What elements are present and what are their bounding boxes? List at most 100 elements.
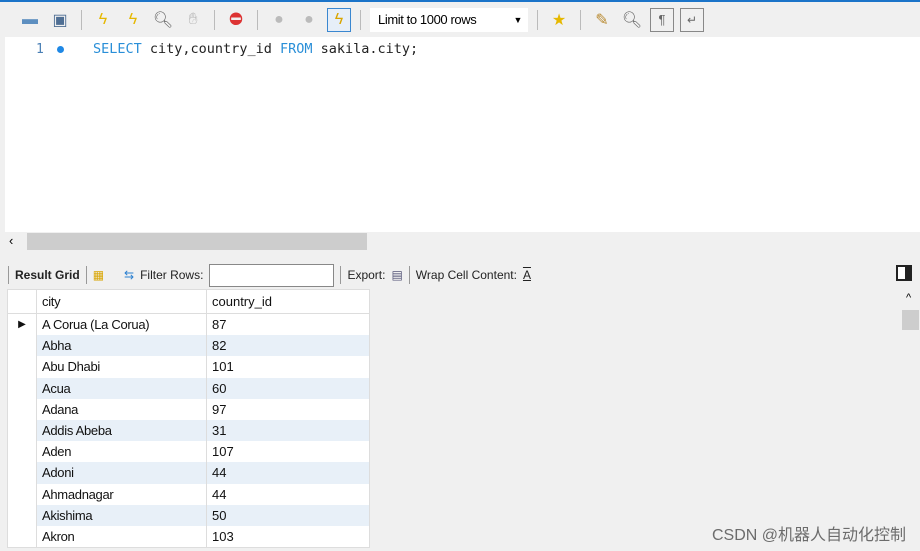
table-row[interactable]: Akishima 50 xyxy=(8,504,369,526)
beautify-broom-icon[interactable]: ✎ xyxy=(590,8,614,32)
sql-editor[interactable]: 1 SELECT city,country_id FROM sakila.cit… xyxy=(5,37,920,232)
scrollbar-thumb[interactable] xyxy=(27,233,367,250)
cell-city[interactable]: Aden xyxy=(37,441,207,463)
cell-country-id[interactable]: 44 xyxy=(207,462,226,483)
refresh-arrows-icon[interactable]: ⇆ xyxy=(124,268,134,282)
grid-vertical-scrollbar[interactable]: ^ xyxy=(901,289,920,551)
filter-rows-input[interactable] xyxy=(209,263,335,287)
divider xyxy=(257,9,258,30)
row-header[interactable] xyxy=(8,398,37,420)
result-grid-tab[interactable]: Result Grid xyxy=(15,268,80,282)
cell-city[interactable]: Abha xyxy=(37,335,207,357)
table-row[interactable]: Ahmadnagar 44 xyxy=(8,483,369,505)
divider xyxy=(408,266,410,284)
sql-statement[interactable]: SELECT city,country_id FROM sakila.city; xyxy=(93,41,418,57)
table-row[interactable]: Acua 60 xyxy=(8,377,369,399)
result-grid: city country_id ▶ A Corua (La Corua) 87 Abh… xyxy=(7,289,370,549)
cell-country-id[interactable]: 50 xyxy=(207,505,226,526)
cell-city[interactable]: Adoni xyxy=(37,462,207,484)
statement-marker-icon xyxy=(57,46,64,53)
cell-city[interactable]: Abu Dhabi xyxy=(37,356,207,378)
cell-city[interactable]: Akishima xyxy=(37,504,207,526)
sql-columns: city,country_id xyxy=(141,41,280,57)
cell-city[interactable]: Acua xyxy=(37,377,207,399)
execute-lightning-icon[interactable]: ϟ xyxy=(91,8,115,32)
editor-horizontal-scrollbar[interactable]: ‹ xyxy=(0,232,920,252)
chevron-down-icon: ▼ xyxy=(513,14,522,25)
grid-header-row: city country_id xyxy=(8,290,369,314)
cell-city[interactable]: Adana xyxy=(37,398,207,420)
row-header[interactable] xyxy=(8,504,37,526)
save-icon[interactable]: ▣ xyxy=(48,8,72,32)
find-magnifier-icon[interactable]: 🔍︎ xyxy=(620,8,644,32)
table-row[interactable]: Abha 82 xyxy=(8,335,369,357)
column-header-country-id[interactable]: country_id xyxy=(207,290,272,313)
scrollbar-thumb[interactable] xyxy=(902,310,919,330)
cell-city[interactable]: A Corua (La Corua) xyxy=(37,314,207,336)
cell-country-id[interactable]: 97 xyxy=(207,399,226,420)
current-row-arrow-icon: ▶ xyxy=(18,319,26,331)
execute-current-icon[interactable]: ϟ xyxy=(121,8,145,32)
cell-country-id[interactable]: 103 xyxy=(207,526,234,547)
cell-city[interactable]: Addis Abeba xyxy=(37,419,207,442)
row-header[interactable] xyxy=(8,441,37,463)
filter-rows-label: Filter Rows: xyxy=(140,268,204,282)
row-header[interactable] xyxy=(8,483,37,505)
form-view-grid-icon[interactable]: ▦ xyxy=(93,268,104,282)
add-snippet-star-icon[interactable]: ★ xyxy=(547,8,571,32)
table-row[interactable]: ▶ A Corua (La Corua) 87 xyxy=(8,314,369,336)
scroll-left-icon[interactable]: ‹ xyxy=(9,233,13,248)
row-header[interactable] xyxy=(8,462,37,484)
row-header[interactable] xyxy=(8,356,37,378)
table-row[interactable]: Adoni 44 xyxy=(8,462,369,484)
cell-country-id[interactable]: 101 xyxy=(207,356,234,377)
sql-toolbar: ▬ ▣ ϟ ϟ 🔍︎ ✋︎ ⛔︎ ● ● ϟ Limit to 1000 row… xyxy=(0,0,920,37)
toggle-panel-icon[interactable] xyxy=(896,265,912,281)
cell-city[interactable]: Akron xyxy=(37,525,207,548)
limit-rows-select[interactable]: Limit to 1000 rows ▼ xyxy=(370,7,528,32)
divider xyxy=(580,9,581,30)
divider xyxy=(537,9,538,30)
row-header[interactable]: ▶ xyxy=(8,314,37,336)
autocommit-toggle-icon[interactable]: ϟ xyxy=(327,7,351,32)
wrap-lines-icon[interactable]: ↵ xyxy=(680,7,704,32)
table-row[interactable]: Adana 97 xyxy=(8,398,369,420)
table-row[interactable]: Addis Abeba 31 xyxy=(8,419,369,442)
limit-rows-label: Limit to 1000 rows xyxy=(378,12,477,27)
line-number: 1 xyxy=(36,42,44,57)
row-header[interactable] xyxy=(8,525,37,548)
divider xyxy=(214,9,215,30)
wrap-cell-icon[interactable]: A xyxy=(523,268,531,282)
row-header[interactable] xyxy=(8,377,37,399)
cell-country-id[interactable]: 82 xyxy=(207,335,226,356)
table-row[interactable]: Akron 103 xyxy=(8,525,369,548)
result-toolbar: Result Grid ▦ ⇆ Filter Rows: Export: ▤ W… xyxy=(0,262,920,288)
divider xyxy=(81,9,82,30)
row-header[interactable] xyxy=(8,419,37,442)
keyword-select: SELECT xyxy=(93,41,142,57)
divider xyxy=(360,9,361,30)
invisible-chars-pilcrow-icon[interactable]: ¶ xyxy=(650,7,674,32)
cell-country-id[interactable]: 60 xyxy=(207,378,226,399)
stop-on-error-icon[interactable]: ⛔︎ xyxy=(224,8,248,32)
explain-magnifier-icon[interactable]: 🔍︎ xyxy=(151,8,175,32)
export-icon[interactable]: ▤ xyxy=(391,268,402,282)
cell-city[interactable]: Ahmadnagar xyxy=(37,483,207,505)
sql-table: sakila.city; xyxy=(312,41,419,57)
table-row[interactable]: Aden 107 xyxy=(8,441,369,463)
commit-check-icon[interactable]: ● xyxy=(267,8,291,32)
column-header-city[interactable]: city xyxy=(37,290,207,313)
row-header[interactable] xyxy=(8,335,37,357)
keyword-from: FROM xyxy=(279,41,313,57)
export-label: Export: xyxy=(347,268,386,282)
cell-country-id[interactable]: 31 xyxy=(207,420,226,441)
stop-hand-icon[interactable]: ✋︎ xyxy=(181,8,205,32)
rollback-x-icon[interactable]: ● xyxy=(297,8,321,32)
open-folder-icon[interactable]: ▬ xyxy=(18,8,42,32)
scroll-up-icon[interactable]: ^ xyxy=(906,292,911,304)
cell-country-id[interactable]: 87 xyxy=(207,314,226,335)
cell-country-id[interactable]: 107 xyxy=(207,441,234,462)
cell-country-id[interactable]: 44 xyxy=(207,484,226,505)
table-row[interactable]: Abu Dhabi 101 xyxy=(8,356,369,378)
watermark: CSDN @机器人自动化控制 xyxy=(711,527,906,544)
